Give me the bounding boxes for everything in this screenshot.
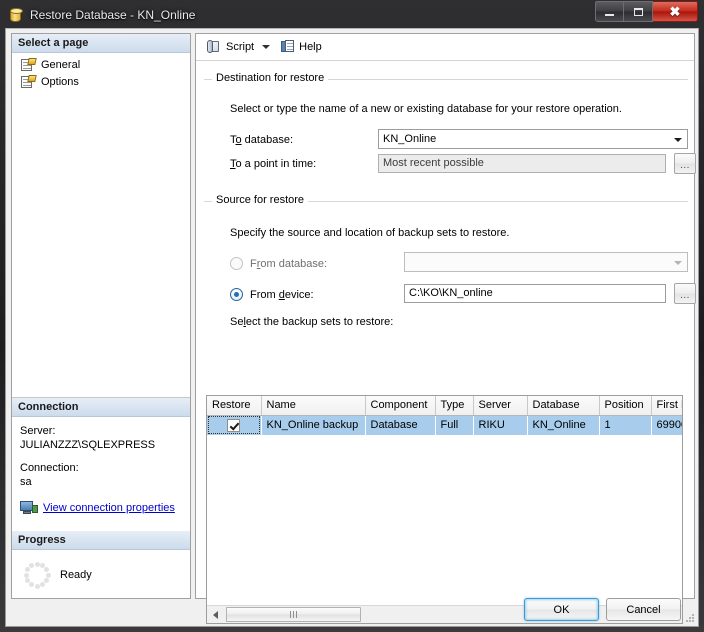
cancel-button[interactable]: Cancel <box>606 598 681 621</box>
column-header-database[interactable]: Database <box>527 396 600 416</box>
title-bar: Restore Database - KN_Online ✖ <box>5 1 699 28</box>
right-panel: Script Help Destination for restore Sele… <box>195 33 696 624</box>
close-icon: ✖ <box>669 4 681 19</box>
cell-database: KN_Online <box>527 415 599 435</box>
maximize-button[interactable] <box>624 1 653 22</box>
cell-type: Full <box>435 415 473 435</box>
maximize-icon <box>633 7 643 16</box>
page-list: General Options <box>12 53 190 90</box>
page-item-general-label: General <box>41 58 81 71</box>
backup-sets-table: Restore Name Component Type Server Datab… <box>207 396 682 435</box>
from-database-combobox[interactable] <box>404 252 688 272</box>
destination-legend: Destination for restore <box>212 72 329 84</box>
connection-section: Connection Server: JULIANZZZ\SQLEXPRESS … <box>12 397 190 523</box>
from-device-browse-button[interactable]: ... <box>674 283 696 304</box>
script-button-label: Script <box>226 41 255 53</box>
restore-database-window: Restore Database - KN_Online ✖ Select a … <box>0 0 704 632</box>
left-panel: Select a page General Options Connection <box>11 33 191 599</box>
server-value: JULIANZZZ\SQLEXPRESS <box>20 439 156 451</box>
cell-first-lsn: 6990000 <box>651 415 682 435</box>
cell-position: 1 <box>599 415 651 435</box>
resize-grip-icon[interactable] <box>684 612 696 624</box>
to-database-value: KN_Online <box>383 133 437 145</box>
page-item-general[interactable]: General <box>18 56 190 73</box>
minimize-icon <box>605 13 614 16</box>
from-device-value: C:\KO\KN_online <box>409 287 493 299</box>
help-page-icon <box>281 40 295 54</box>
backup-sets-grid[interactable]: Restore Name Component Type Server Datab… <box>206 395 683 624</box>
source-description: Specify the source and location of backu… <box>230 227 510 239</box>
help-button[interactable]: Help <box>277 37 326 58</box>
column-header-position[interactable]: Position <box>599 396 652 416</box>
ok-button[interactable]: OK <box>524 598 599 621</box>
chevron-down-icon <box>674 261 682 265</box>
restore-checkbox[interactable] <box>227 418 241 432</box>
select-a-page-header: Select a page <box>12 34 190 53</box>
column-header-restore[interactable]: Restore <box>207 396 262 416</box>
monitor-icon <box>20 500 38 515</box>
window-title: Restore Database - KN_Online <box>30 8 196 22</box>
close-button[interactable]: ✖ <box>653 1 698 22</box>
view-connection-properties-label: View connection properties <box>43 501 175 514</box>
progress-section: Progress Ready <box>12 531 190 598</box>
chevron-down-icon[interactable] <box>262 45 271 49</box>
grid-viewport: Restore Name Component Type Server Datab… <box>207 396 682 604</box>
to-point-in-time-browse-button[interactable]: ... <box>674 153 696 174</box>
dialog-client-area: Select a page General Options Connection <box>5 28 699 627</box>
to-point-in-time-value: Most recent possible <box>383 157 484 169</box>
progress-spinner-icon <box>22 560 52 590</box>
column-header-component[interactable]: Component <box>365 396 436 416</box>
minimize-button[interactable] <box>595 1 624 22</box>
from-database-radio[interactable] <box>230 257 243 270</box>
toolbar: Script Help <box>196 34 694 61</box>
server-label: Server: <box>20 425 56 437</box>
backup-sets-label: Select the backup sets to restore: <box>230 316 394 328</box>
column-header-name[interactable]: Name <box>261 396 366 416</box>
from-database-radio-row[interactable]: From database: <box>230 257 327 270</box>
destination-description: Select or type the name of a new or exis… <box>230 103 622 115</box>
cell-component: Database <box>365 415 435 435</box>
column-header-server[interactable]: Server <box>473 396 528 416</box>
page-options-icon <box>20 74 37 89</box>
script-button[interactable]: Script <box>203 37 258 58</box>
database-icon <box>8 7 24 23</box>
table-header-row: Restore Name Component Type Server Datab… <box>207 396 682 416</box>
column-header-type[interactable]: Type <box>435 396 474 416</box>
destination-group: Destination for restore Select or type t… <box>204 72 696 189</box>
from-database-label: From database: <box>250 257 328 270</box>
to-point-in-time-textbox[interactable]: Most recent possible <box>378 154 666 173</box>
page-item-options[interactable]: Options <box>18 73 190 90</box>
connection-header: Connection <box>12 398 190 417</box>
progress-status: Ready <box>60 569 92 581</box>
dialog-footer: OK Cancel <box>6 598 698 626</box>
script-scroll-icon <box>207 40 222 54</box>
source-group: Source for restore Specify the source an… <box>204 194 696 387</box>
page-general-icon <box>20 57 37 72</box>
to-database-combobox[interactable]: KN_Online <box>378 129 688 149</box>
window-controls: ✖ <box>595 1 698 22</box>
source-legend: Source for restore <box>212 194 309 206</box>
from-device-label: From device: <box>250 288 314 301</box>
progress-header: Progress <box>12 531 190 550</box>
general-page-body: Destination for restore Select or type t… <box>196 61 696 624</box>
page-item-options-label: Options <box>41 75 79 88</box>
cell-restore[interactable] <box>207 415 261 435</box>
cell-server: RIKU <box>473 415 527 435</box>
connection-value: sa <box>20 476 32 488</box>
table-row[interactable]: KN_Online backup Database Full RIKU KN_O… <box>207 415 682 435</box>
from-device-textbox[interactable]: C:\KO\KN_online <box>404 284 666 303</box>
to-database-label: To database: <box>230 134 293 146</box>
cell-name: KN_Online backup <box>261 415 365 435</box>
connection-label: Connection: <box>20 462 79 474</box>
from-device-radio-row[interactable]: From device: <box>230 288 314 301</box>
to-point-in-time-label: To a point in time: <box>230 158 317 170</box>
chevron-down-icon <box>674 138 682 142</box>
from-device-radio[interactable] <box>230 288 243 301</box>
help-button-label: Help <box>299 41 322 53</box>
view-connection-properties-link[interactable]: View connection properties <box>20 500 182 515</box>
column-header-first-lsn[interactable]: First LSN <box>651 396 682 416</box>
